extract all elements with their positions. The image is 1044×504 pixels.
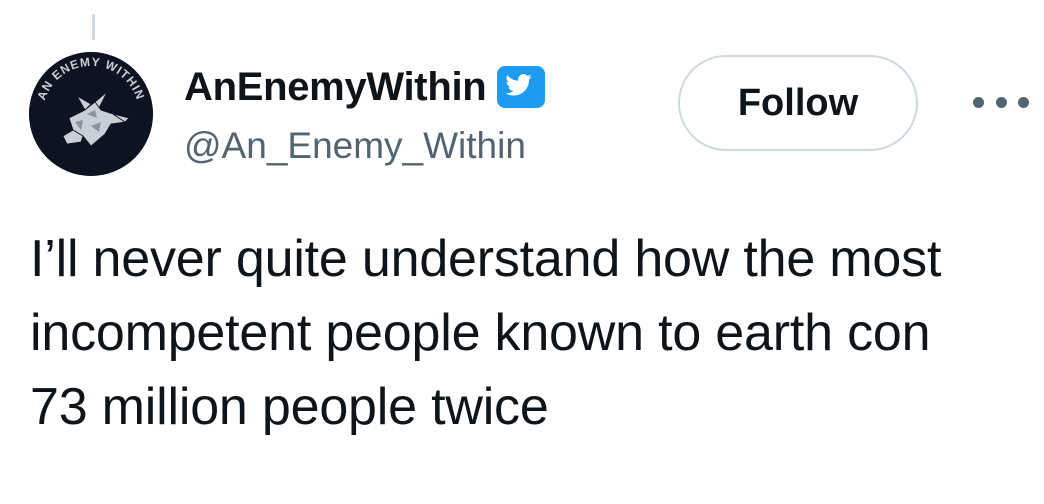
tweet-text: I’ll never quite understand how the most… [30, 230, 942, 436]
more-dot [973, 96, 984, 108]
follow-button[interactable]: Follow [678, 55, 918, 151]
more-dot [995, 96, 1007, 108]
avatar[interactable]: AN ENEMY WITHIN [29, 52, 153, 176]
more-options-icon[interactable] [973, 82, 1029, 122]
author-handle[interactable]: @An_Enemy_Within [184, 122, 526, 170]
verified-badge-icon[interactable] [496, 65, 546, 109]
display-name[interactable]: AnEnemyWithin [184, 62, 487, 112]
author-name-row: AnEnemyWithin [184, 62, 546, 112]
more-dot [1018, 96, 1029, 108]
wolf-emblem-icon: AN ENEMY WITHIN [29, 52, 153, 176]
thread-connector-line [92, 14, 95, 40]
